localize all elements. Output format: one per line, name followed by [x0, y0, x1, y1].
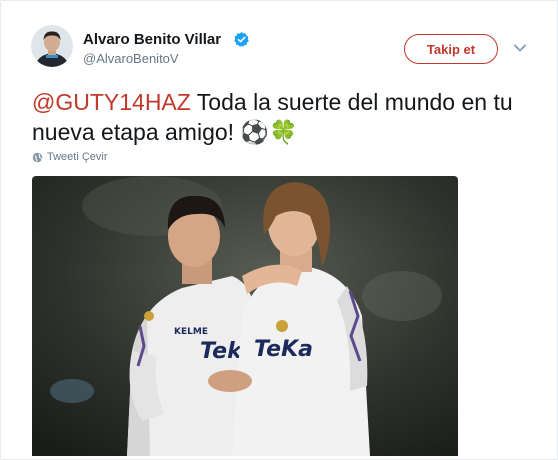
photo-image: KELME Teka TeKa — [32, 176, 458, 456]
tweet-text: @GUTY14HAZ Toda la suerte del mundo en t… — [32, 87, 532, 147]
author-handle[interactable]: @AlvaroBenitoV — [83, 51, 179, 66]
tweet-photo[interactable]: KELME Teka TeKa — [32, 176, 458, 456]
mention-link[interactable]: @GUTY14HAZ — [32, 89, 191, 115]
follow-button[interactable]: Takip et — [404, 34, 498, 64]
translate-label: Tweeti Çevir — [47, 151, 108, 163]
globe-icon — [32, 152, 43, 162]
tweet-card: Alvaro Benito Villar @AlvaroBenitoV Taki… — [0, 0, 558, 460]
chevron-down-icon[interactable] — [513, 43, 527, 53]
author-avatar[interactable] — [31, 25, 73, 67]
jersey-sponsor-left: KELME — [174, 327, 208, 337]
translate-tweet-link[interactable]: Tweeti Çevir — [32, 151, 108, 163]
jersey-text-right: TeKa — [254, 337, 313, 362]
verified-badge-icon — [234, 32, 249, 47]
avatar-image — [31, 25, 73, 67]
author-name[interactable]: Alvaro Benito Villar — [83, 31, 221, 48]
